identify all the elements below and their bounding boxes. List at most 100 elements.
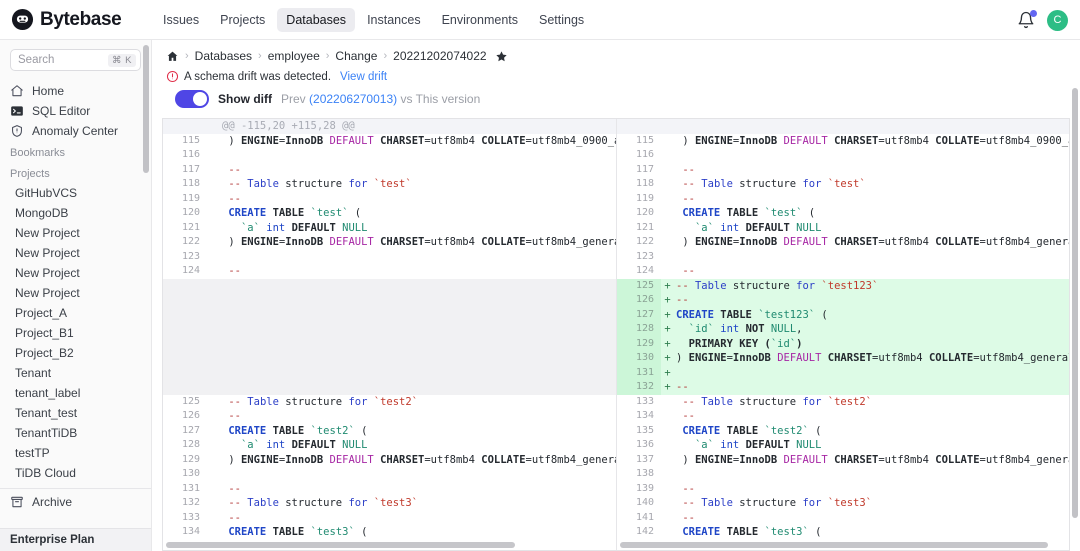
diff-line-code: -- bbox=[222, 410, 241, 422]
diff-row-context: 138 bbox=[617, 467, 1069, 482]
nav-tab-databases[interactable]: Databases bbox=[277, 7, 356, 32]
diff-line-code: PRIMARY KEY (`id`) bbox=[676, 337, 803, 350]
breadcrumb-item-change[interactable]: Change bbox=[335, 49, 377, 63]
brand-logo[interactable]: Bytebase bbox=[0, 8, 145, 31]
diff-row-context: 136 `a` int DEFAULT NULL bbox=[617, 438, 1069, 453]
diff-row-context: 124 -- bbox=[617, 264, 1069, 279]
diff-line-number: 126 bbox=[617, 293, 661, 308]
nav-tab-environments[interactable]: Environments bbox=[433, 8, 527, 32]
diff-line-number: 122 bbox=[617, 235, 661, 250]
diff-row-context: 122 ) ENGINE=InnoDB DEFAULT CHARSET=utf8… bbox=[163, 235, 616, 250]
diff-line-sign bbox=[207, 279, 220, 294]
diff-line-code: CREATE TABLE `test2` ( bbox=[682, 424, 822, 437]
diff-line-code: -- bbox=[222, 482, 241, 495]
sidebar-project-item[interactable]: MongoDB bbox=[0, 203, 151, 223]
diff-line-number: 134 bbox=[163, 525, 207, 539]
diff-line-number: 128 bbox=[163, 438, 207, 453]
diff-row-context: 120 CREATE TABLE `test` ( bbox=[163, 206, 616, 221]
view-drift-link[interactable]: View drift bbox=[340, 71, 387, 83]
diff-line-code bbox=[220, 148, 616, 163]
terminal-icon bbox=[10, 104, 24, 118]
sidebar-project-item[interactable]: Tenant bbox=[0, 363, 151, 383]
diff-line-code: -- bbox=[222, 163, 241, 176]
diff-row-context: 129 ) ENGINE=InnoDB DEFAULT CHARSET=utf8… bbox=[163, 452, 616, 467]
diff-row-context: 142 CREATE TABLE `test3` ( bbox=[617, 525, 1069, 539]
diff-line-code: CREATE TABLE `test2` ( bbox=[228, 424, 368, 437]
nav-tab-projects[interactable]: Projects bbox=[211, 8, 274, 32]
diff-line-number: 141 bbox=[617, 510, 661, 525]
sidebar-item-archive[interactable]: Archive bbox=[0, 492, 151, 512]
diff-line-code: -- bbox=[676, 192, 695, 205]
diff-line-number: 119 bbox=[617, 191, 661, 206]
diff-line-number: 121 bbox=[617, 220, 661, 235]
diff-row-context: 134 CREATE TABLE `test3` ( bbox=[163, 525, 616, 539]
diff-line-sign: + bbox=[664, 323, 671, 335]
diff-hscrollbar-left[interactable] bbox=[163, 539, 616, 550]
diff-line-sign bbox=[661, 395, 674, 410]
diff-line-code: `a` int DEFAULT NULL bbox=[240, 221, 368, 234]
diff-line-sign bbox=[661, 453, 674, 468]
main-content: › Databases › employee › Change › 202212… bbox=[152, 40, 1080, 551]
breadcrumb-item-employee[interactable]: employee bbox=[268, 49, 320, 63]
sidebar-item-home[interactable]: Home bbox=[0, 81, 151, 101]
diff-line-number: 124 bbox=[617, 264, 661, 279]
diff-line-number: 131 bbox=[163, 481, 207, 496]
show-diff-toggle[interactable] bbox=[175, 90, 209, 108]
diff-row-context: 117 -- bbox=[617, 162, 1069, 178]
diff-line-sign bbox=[661, 177, 674, 192]
diff-line-sign bbox=[661, 163, 674, 178]
sidebar-project-item[interactable]: testTP bbox=[0, 443, 151, 463]
diff-line-number: 125 bbox=[163, 394, 207, 409]
diff-line-code: ) ENGINE=InnoDB DEFAULT CHARSET=utf8mb4 … bbox=[222, 236, 616, 248]
diff-line-sign bbox=[207, 351, 220, 366]
sidebar-project-item[interactable]: New Project bbox=[0, 223, 151, 243]
sidebar-project-item[interactable]: New Project bbox=[0, 243, 151, 263]
sidebar-project-item[interactable]: TenantTiDB bbox=[0, 423, 151, 443]
diff-line-code bbox=[220, 351, 616, 366]
search-input[interactable]: Search ⌘ K bbox=[10, 49, 141, 71]
diff-line-number: 132 bbox=[617, 380, 661, 395]
diff-line-sign bbox=[207, 409, 220, 424]
diff-prev-word: Prev bbox=[281, 92, 306, 106]
bell-icon[interactable] bbox=[1017, 10, 1037, 29]
diff-line-number: 118 bbox=[163, 177, 207, 192]
diff-prev-version-link[interactable]: (202206270013) bbox=[309, 92, 397, 106]
diff-row-context: 123 bbox=[163, 249, 616, 264]
diff-line-number bbox=[163, 351, 207, 366]
diff-line-number: 142 bbox=[617, 525, 661, 539]
sidebar-item-anomaly-center[interactable]: Anomaly Center bbox=[0, 121, 151, 141]
diff-line-code bbox=[220, 467, 616, 482]
diff-line-number bbox=[163, 293, 207, 308]
diff-line-sign bbox=[207, 322, 220, 337]
nav-tab-issues[interactable]: Issues bbox=[154, 8, 208, 32]
star-icon[interactable] bbox=[495, 50, 508, 63]
show-diff-bar: Show diff Prev (202206270013) vs This ve… bbox=[166, 90, 1066, 108]
sidebar-item-sql-editor[interactable]: SQL Editor bbox=[0, 101, 151, 121]
schema-drift-notice: A schema drift was detected. View drift bbox=[166, 70, 1066, 83]
diff-line-sign bbox=[207, 264, 220, 279]
breadcrumb-item-databases[interactable]: Databases bbox=[195, 49, 252, 63]
sidebar-project-item[interactable]: New Project bbox=[0, 283, 151, 303]
diff-line-code: -- bbox=[676, 381, 689, 393]
diff-line-sign: + bbox=[664, 337, 671, 350]
sidebar-project-item[interactable]: Tenant_test bbox=[0, 403, 151, 423]
sidebar-scrollbar[interactable] bbox=[143, 45, 149, 173]
sidebar-project-item[interactable]: TiDB Cloud bbox=[0, 463, 151, 483]
main-vertical-scrollbar[interactable] bbox=[1072, 88, 1078, 518]
diff-line-code: ) ENGINE=InnoDB DEFAULT CHARSET=utf8mb4 … bbox=[222, 453, 616, 466]
nav-tab-instances[interactable]: Instances bbox=[358, 8, 430, 32]
diff-row-context: 115 ) ENGINE=InnoDB DEFAULT CHARSET=utf8… bbox=[617, 133, 1069, 148]
nav-tab-settings[interactable]: Settings bbox=[530, 8, 593, 32]
sidebar-project-item[interactable]: Project_B2 bbox=[0, 343, 151, 363]
diff-hunk-gutter bbox=[617, 119, 661, 134]
sidebar-project-item[interactable]: tenant_label bbox=[0, 383, 151, 403]
sidebar-project-item[interactable]: New Project bbox=[0, 263, 151, 283]
avatar[interactable]: C bbox=[1047, 9, 1068, 31]
diff-hscrollbar-right[interactable] bbox=[617, 539, 1069, 550]
sidebar-project-item[interactable]: GitHubVCS bbox=[0, 183, 151, 203]
breadcrumb-home-icon[interactable] bbox=[166, 50, 179, 63]
diff-line-number: 133 bbox=[617, 394, 661, 409]
sidebar-project-item[interactable]: Project_B1 bbox=[0, 323, 151, 343]
sidebar-project-item[interactable]: Project_A bbox=[0, 303, 151, 323]
diff-row-context: 115 ) ENGINE=InnoDB DEFAULT CHARSET=utf8… bbox=[163, 133, 616, 148]
